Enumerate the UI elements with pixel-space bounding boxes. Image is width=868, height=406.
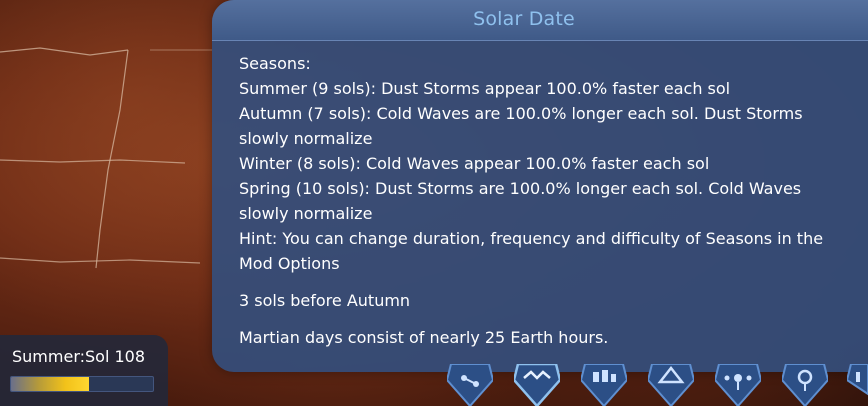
season-autumn-cont: slowly normalize: [239, 129, 373, 148]
sol-label: Summer:Sol 108: [12, 347, 146, 366]
season-summer: Summer (9 sols): Dust Storms appear 100.…: [239, 79, 731, 98]
tooltip-body: Seasons: Summer (9 sols): Dust Storms ap…: [212, 41, 868, 350]
power-icon[interactable]: [715, 364, 761, 406]
solar-date-panel[interactable]: Summer:Sol 108: [0, 335, 168, 406]
hint-text: Hint: You can change duration, frequency…: [239, 229, 824, 248]
production-icon[interactable]: [581, 364, 627, 406]
storage-icon[interactable]: [847, 364, 868, 406]
hint-text-cont: Mod Options: [239, 254, 340, 273]
tooltip-title: Solar Date: [473, 8, 575, 30]
season-spring: Spring (10 sols): Dust Storms are 100.0%…: [239, 179, 802, 198]
sol-progress-bar: [10, 376, 154, 392]
sol-progress-fill: [11, 377, 90, 391]
build-menu-bar: [447, 364, 868, 406]
season-winter: Winter (8 sols): Cold Waves appear 100.0…: [239, 154, 710, 173]
habitats-icon[interactable]: [648, 364, 694, 406]
season-countdown: 3 sols before Autumn: [239, 291, 411, 310]
solar-date-tooltip: Solar Date Seasons: Summer (9 sols): Dus…: [212, 0, 868, 372]
tooltip-header: Solar Date: [212, 0, 868, 41]
season-autumn: Autumn (7 sols): Cold Waves are 100.0% l…: [239, 104, 803, 123]
infrastructure-icon[interactable]: [447, 364, 493, 406]
season-spring-cont: slowly normalize: [239, 204, 373, 223]
martian-day-fact: Martian days consist of nearly 25 Earth …: [239, 328, 609, 347]
decorations-icon[interactable]: [782, 364, 828, 406]
seasons-heading: Seasons:: [239, 54, 311, 73]
terraforming-icon[interactable]: [514, 364, 560, 406]
